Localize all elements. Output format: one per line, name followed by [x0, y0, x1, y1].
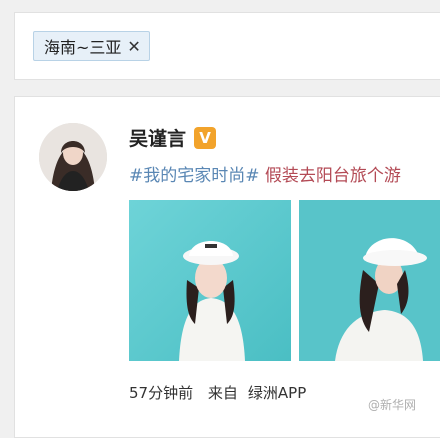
avatar-image — [39, 123, 107, 191]
hashtag-link[interactable]: #我的宅家时尚# — [129, 166, 260, 186]
username[interactable]: 吴谨言 V — [129, 124, 217, 151]
search-tag-bar: 海南~三亚 ✕ — [14, 12, 440, 80]
avatar[interactable] — [39, 123, 107, 191]
tag-label: 海南~三亚 — [44, 38, 122, 57]
photo-2-image — [299, 200, 440, 361]
close-icon[interactable]: ✕ — [127, 37, 140, 56]
post-photo-1[interactable] — [129, 200, 291, 361]
post-card: 吴谨言 V #我的宅家时尚# 假装去阳台旅个游 57分钟前 来自 绿洲APP — [14, 96, 440, 438]
post-source[interactable]: 绿洲APP — [248, 384, 306, 402]
post-meta: 57分钟前 来自 绿洲APP — [129, 382, 316, 403]
post-photo-2[interactable] — [299, 200, 440, 361]
verified-badge-icon: V — [194, 126, 217, 149]
username-text: 吴谨言 — [129, 128, 187, 150]
post-body-text: 假装去阳台旅个游 — [259, 166, 401, 186]
source-prefix: 来自 — [207, 384, 238, 402]
post-text: #我的宅家时尚# 假装去阳台旅个游 — [129, 161, 440, 186]
watermark: @新华网 — [368, 398, 417, 412]
search-tag-chip[interactable]: 海南~三亚 ✕ — [33, 31, 150, 61]
photo-1-image — [129, 200, 291, 361]
post-time[interactable]: 57分钟前 — [129, 384, 193, 402]
